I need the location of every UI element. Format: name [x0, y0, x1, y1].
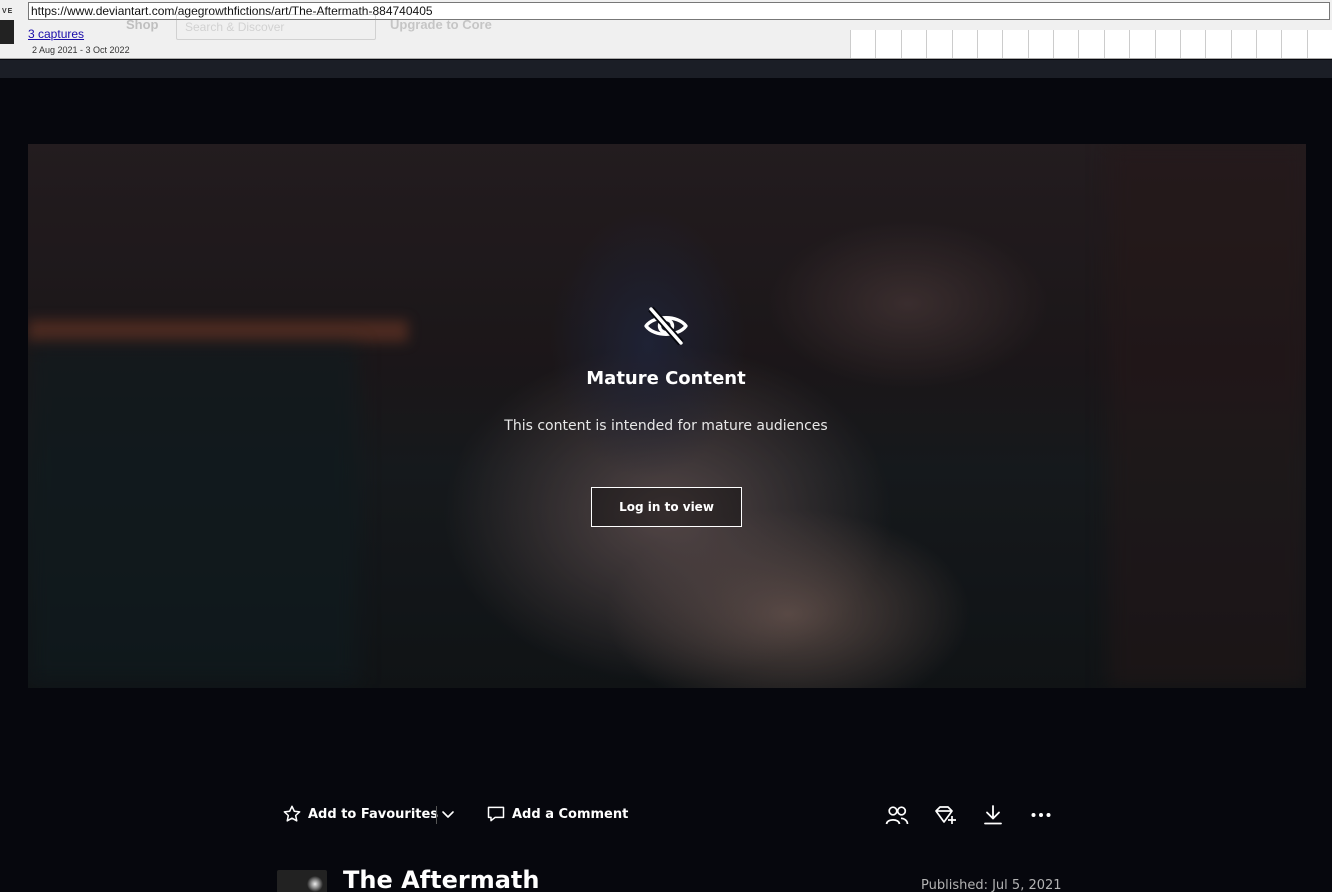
- wayback-captures-link[interactable]: 3 captures: [28, 27, 84, 41]
- add-comment-button[interactable]: Add a Comment: [486, 804, 628, 824]
- add-comment-label: Add a Comment: [512, 806, 629, 822]
- wayback-date-range: 2 Aug 2021 - 3 Oct 2022: [32, 45, 130, 55]
- published-date: Published: Jul 5, 2021: [921, 878, 1062, 892]
- wayback-logo[interactable]: VE: [0, 6, 16, 46]
- divider: [436, 806, 437, 824]
- more-icon[interactable]: [1029, 803, 1053, 827]
- add-to-favourites-label: Add to Favourites: [308, 806, 439, 822]
- calendar-cell[interactable]: [1002, 30, 1028, 58]
- calendar-cell[interactable]: [951, 30, 977, 58]
- calendar-cell[interactable]: [900, 30, 927, 58]
- calendar-cell[interactable]: [1154, 30, 1180, 58]
- calendar-cell[interactable]: [1256, 30, 1282, 58]
- calendar-cell[interactable]: [1129, 30, 1155, 58]
- calendar-cell[interactable]: [1306, 30, 1332, 58]
- wayback-toolbar: VE https://www.deviantart.com/agegrowthf…: [0, 0, 1332, 59]
- calendar-cell[interactable]: [926, 30, 952, 58]
- deviation-title: The Aftermath: [343, 866, 540, 892]
- watch-users-icon[interactable]: [885, 803, 909, 827]
- calendar-cell[interactable]: [850, 30, 876, 58]
- calendar-cell[interactable]: [1230, 30, 1256, 58]
- upgrade-link[interactable]: Upgrade to Core: [390, 17, 492, 32]
- chevron-down-icon[interactable]: [441, 807, 455, 821]
- mature-content-description: This content is intended for mature audi…: [504, 418, 828, 434]
- calendar-cell[interactable]: [1179, 30, 1206, 58]
- calendar-cell[interactable]: [1205, 30, 1231, 58]
- search-input[interactable]: Search & Discover: [176, 14, 376, 40]
- eye-slash-icon: [644, 306, 688, 346]
- add-to-favourites-button[interactable]: Add to Favourites: [282, 804, 438, 824]
- calendar-cell[interactable]: [875, 30, 901, 58]
- download-icon[interactable]: [981, 803, 1005, 827]
- calendar-cell[interactable]: [1078, 30, 1104, 58]
- calendar-cell[interactable]: [976, 30, 1003, 58]
- calendar-cell[interactable]: [1281, 30, 1307, 58]
- deviation-action-bar: Add to Favourites Add a Comment: [0, 778, 1332, 892]
- shop-link[interactable]: Shop: [126, 17, 159, 32]
- log-in-to-view-button[interactable]: Log in to view: [591, 487, 742, 527]
- wayback-calendar-sparkline[interactable]: [850, 30, 1332, 58]
- artist-avatar[interactable]: [277, 870, 327, 892]
- site-header-bar: [0, 60, 1332, 78]
- calendar-cell[interactable]: [1103, 30, 1130, 58]
- gift-icon[interactable]: [933, 803, 957, 827]
- mature-content-overlay: Mature Content This content is intended …: [0, 78, 1332, 778]
- star-icon: [283, 805, 301, 822]
- wayback-logo-letters: VE: [2, 8, 14, 15]
- wayback-logo-mark: [0, 20, 14, 44]
- calendar-cell[interactable]: [1027, 30, 1053, 58]
- site-header-ghost: Shop Search & Discover Upgrade to Core: [110, 14, 550, 44]
- mature-content-title: Mature Content: [586, 368, 746, 389]
- deviation-hero: Mature Content This content is intended …: [0, 78, 1332, 778]
- comment-icon: [487, 806, 505, 822]
- calendar-cell[interactable]: [1053, 30, 1079, 58]
